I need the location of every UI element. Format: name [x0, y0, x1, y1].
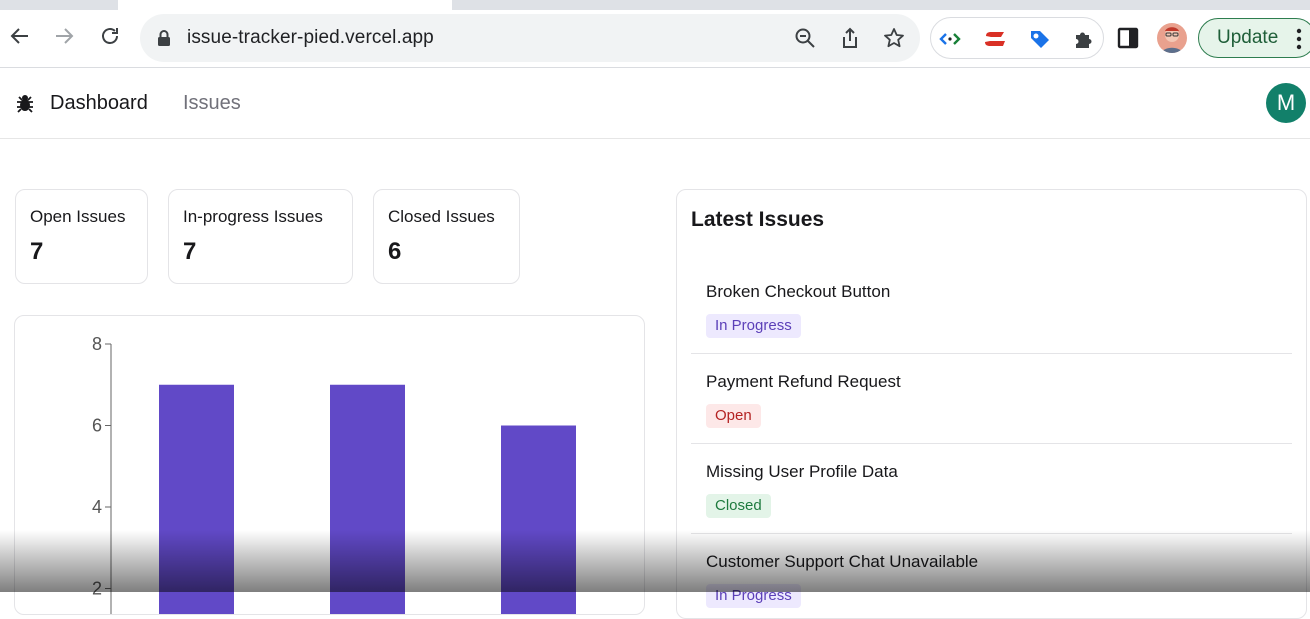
- update-button[interactable]: Update: [1198, 18, 1310, 58]
- status-badge: In Progress: [706, 584, 801, 608]
- forward-icon[interactable]: [50, 22, 78, 50]
- inactive-tab-left[interactable]: [0, 0, 118, 10]
- bar[interactable]: [330, 384, 405, 615]
- puzzle-extensions-icon[interactable]: [1071, 26, 1097, 52]
- side-panel-icon[interactable]: [1116, 26, 1140, 50]
- bookmark-star-icon[interactable]: [882, 26, 906, 50]
- issue-row[interactable]: Customer Support Chat Unavailable In Pro…: [691, 534, 1292, 618]
- y-tick-label: 8: [92, 334, 102, 354]
- status-badge: Open: [706, 404, 761, 428]
- summary-card-closed[interactable]: Closed Issues 6: [373, 189, 520, 284]
- browser-toolbar: issue-tracker-pied.vercel.app Update: [0, 10, 1310, 68]
- issue-title-link[interactable]: Payment Refund Request: [706, 372, 901, 392]
- inactive-tab-right[interactable]: [452, 0, 1310, 10]
- summary-card-in-progress[interactable]: In-progress Issues 7: [168, 189, 353, 284]
- summary-label: In-progress Issues: [183, 207, 323, 226]
- issue-row[interactable]: Broken Checkout Button In Progress: [691, 264, 1292, 354]
- kebab-menu-icon[interactable]: [1296, 28, 1302, 50]
- user-avatar[interactable]: M: [1266, 83, 1306, 123]
- status-badge: Closed: [706, 494, 771, 518]
- reload-icon[interactable]: [96, 22, 124, 50]
- summary-value: 7: [183, 238, 197, 265]
- summary-card-open[interactable]: Open Issues 7: [15, 189, 148, 284]
- bar[interactable]: [159, 384, 234, 615]
- issues-bar-chart: 8 6 4 2: [92, 334, 576, 616]
- summary-label: Closed Issues: [388, 207, 495, 226]
- summary-label: Open Issues: [30, 207, 126, 226]
- zoom-icon[interactable]: [793, 26, 817, 50]
- bug-icon[interactable]: [15, 93, 35, 113]
- y-tick-label: 2: [92, 579, 102, 599]
- issue-title-link[interactable]: Broken Checkout Button: [706, 282, 890, 302]
- latest-issues-card: Latest Issues Broken Checkout Button In …: [676, 189, 1307, 619]
- lock-icon[interactable]: [157, 29, 171, 52]
- issue-row[interactable]: Missing User Profile Data Closed: [691, 444, 1292, 534]
- address-bar[interactable]: issue-tracker-pied.vercel.app: [140, 14, 920, 62]
- code-extension-icon[interactable]: [937, 26, 963, 52]
- url-text[interactable]: issue-tracker-pied.vercel.app: [187, 27, 434, 49]
- red-extension-icon[interactable]: [982, 26, 1008, 52]
- active-tab[interactable]: [118, 0, 452, 10]
- y-tick-label: 4: [92, 497, 102, 517]
- issues-bar-chart-card: 8 6 4 2: [14, 315, 645, 615]
- tab-strip: [0, 0, 1310, 10]
- issue-title-link[interactable]: Missing User Profile Data: [706, 462, 898, 482]
- issue-title-link[interactable]: Customer Support Chat Unavailable: [706, 552, 978, 572]
- summary-value: 7: [30, 238, 44, 265]
- tag-extension-icon[interactable]: [1027, 26, 1053, 52]
- back-icon[interactable]: [6, 22, 34, 50]
- latest-issues-title: Latest Issues: [691, 208, 825, 231]
- share-icon[interactable]: [838, 26, 862, 50]
- extensions-group: [930, 17, 1104, 59]
- browser-profile-avatar[interactable]: [1157, 23, 1187, 53]
- nav-link-issues[interactable]: Issues: [183, 92, 241, 115]
- y-tick-label: 6: [92, 416, 102, 436]
- app-navbar: Dashboard Issues M: [0, 69, 1310, 139]
- nav-link-dashboard[interactable]: Dashboard: [50, 92, 148, 115]
- status-badge: In Progress: [706, 314, 801, 338]
- summary-value: 6: [388, 238, 402, 265]
- bar[interactable]: [501, 425, 576, 616]
- issue-row[interactable]: Payment Refund Request Open: [691, 354, 1292, 444]
